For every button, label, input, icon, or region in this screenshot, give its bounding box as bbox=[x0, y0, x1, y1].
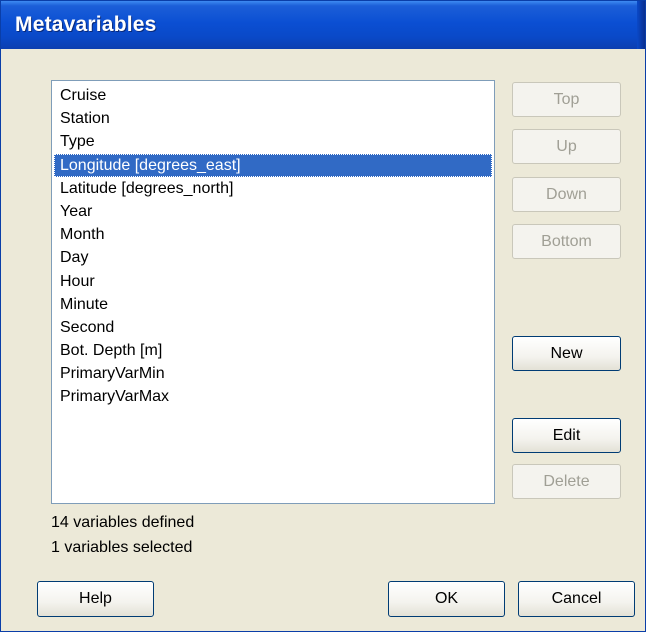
list-item[interactable]: Month bbox=[54, 223, 492, 246]
ok-button[interactable]: OK bbox=[388, 581, 505, 617]
help-button[interactable]: Help bbox=[37, 581, 154, 617]
edit-button[interactable]: Edit bbox=[512, 418, 621, 453]
variables-listbox[interactable]: Cruise Station Type Longitude [degrees_e… bbox=[51, 80, 495, 504]
list-item[interactable]: Type bbox=[54, 130, 492, 153]
list-item[interactable]: Second bbox=[54, 316, 492, 339]
move-down-button[interactable]: Down bbox=[512, 177, 621, 212]
delete-button[interactable]: Delete bbox=[512, 464, 621, 499]
metavariables-dialog: Metavariables Cruise Station Type Longit… bbox=[0, 0, 646, 632]
variables-selected-status: 1 variables selected bbox=[51, 539, 193, 556]
title-bar[interactable]: Metavariables bbox=[1, 1, 645, 49]
move-top-button[interactable]: Top bbox=[512, 82, 621, 117]
window-title: Metavariables bbox=[15, 13, 157, 36]
list-item[interactable]: PrimaryVarMax bbox=[54, 385, 492, 408]
new-button[interactable]: New bbox=[512, 336, 621, 371]
title-bar-edge bbox=[637, 1, 645, 49]
list-item[interactable]: Station bbox=[54, 107, 492, 130]
list-item[interactable]: Longitude [degrees_east] bbox=[54, 153, 492, 177]
list-item[interactable]: PrimaryVarMin bbox=[54, 362, 492, 385]
list-item[interactable]: Minute bbox=[54, 293, 492, 316]
list-item[interactable]: Day bbox=[54, 246, 492, 269]
list-item[interactable]: Bot. Depth [m] bbox=[54, 339, 492, 362]
variables-defined-status: 14 variables defined bbox=[51, 514, 195, 531]
list-item[interactable]: Latitude [degrees_north] bbox=[54, 177, 492, 200]
list-item[interactable]: Cruise bbox=[54, 84, 492, 107]
move-bottom-button[interactable]: Bottom bbox=[512, 224, 621, 259]
move-up-button[interactable]: Up bbox=[512, 129, 621, 164]
list-item[interactable]: Hour bbox=[54, 270, 492, 293]
list-item[interactable]: Year bbox=[54, 200, 492, 223]
cancel-button[interactable]: Cancel bbox=[518, 581, 635, 617]
